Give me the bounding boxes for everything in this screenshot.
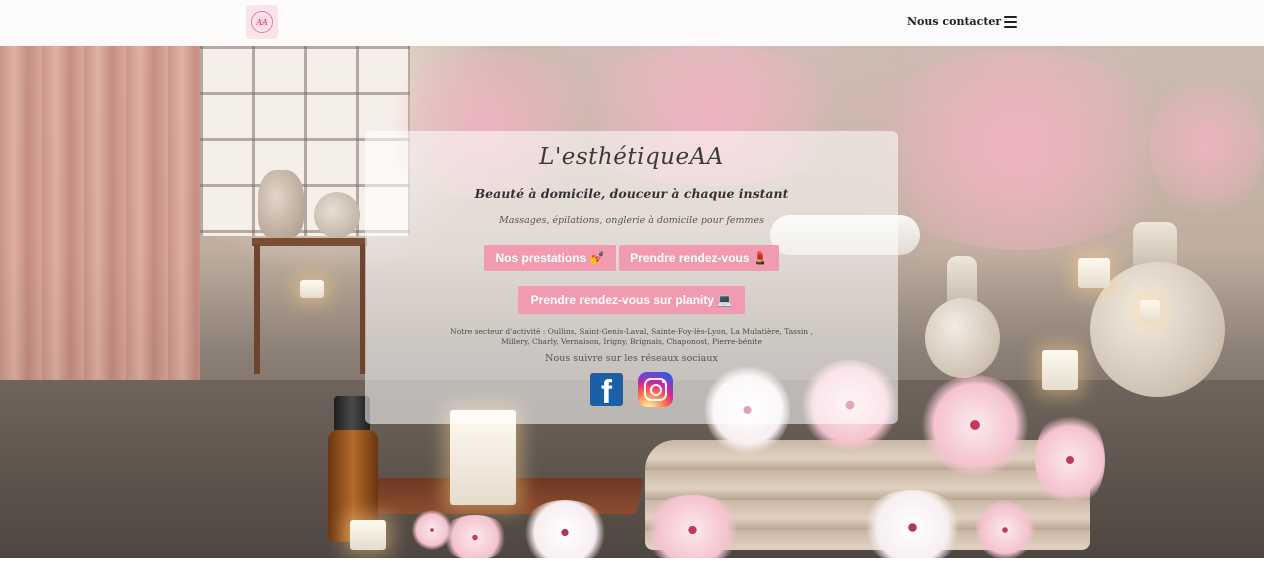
logo-icon: AA [251, 11, 273, 33]
background-vase [258, 170, 304, 238]
facebook-icon[interactable]: f [590, 373, 623, 406]
background-vase [314, 192, 360, 238]
instagram-dot [662, 380, 665, 383]
background-cherry-blossom [975, 500, 1035, 560]
background-candle [300, 280, 324, 298]
background-cherry-blossom [860, 490, 965, 562]
brand-title: L'esthétiqueAA [539, 144, 724, 170]
book-appointment-button[interactable]: Prendre rendez-vous 💄 [619, 245, 779, 271]
site-header: AA Nous contacter [0, 0, 1264, 46]
background-shelf [252, 238, 367, 246]
hamburger-menu-icon[interactable] [1004, 16, 1017, 29]
background-herbal-ball [925, 298, 1000, 378]
background-cherry-blossom [920, 375, 1030, 475]
hero-tagline: Beauté à domicile, douceur à chaque inst… [474, 186, 789, 201]
background-cherry-blossom [520, 500, 610, 562]
menu-bar [1004, 16, 1017, 18]
background-candle [450, 410, 516, 505]
background-cherry-blossom [412, 510, 452, 550]
instagram-lens [649, 383, 662, 396]
background-candle [1078, 258, 1110, 288]
background-herbal-ball [1090, 262, 1225, 397]
background-cherry-blossom [640, 495, 745, 562]
background-cherry-blossom [1035, 410, 1105, 510]
service-area-text: Notre secteur d'activité : Oullins, Sain… [450, 327, 813, 346]
background-blossom [1150, 70, 1264, 220]
background-candle [1042, 350, 1078, 390]
background-shelf-leg [254, 244, 260, 374]
background-candle [1140, 300, 1160, 322]
book-planity-button[interactable]: Prendre rendez-vous sur planity 💻 [518, 286, 745, 314]
menu-bar [1004, 26, 1017, 28]
prestations-button[interactable]: Nos prestations 💅 [484, 245, 616, 271]
page-bottom-edge [0, 558, 1264, 562]
background-curtain [0, 46, 200, 386]
background-candle [350, 520, 386, 550]
menu-bar [1004, 21, 1017, 23]
social-heading: Nous suivre sur les réseaux sociaux [545, 353, 718, 364]
hero-services: Massages, épilations, onglerie à domicil… [499, 215, 764, 226]
facebook-glyph: f [601, 373, 612, 406]
site-logo-link[interactable]: AA [246, 5, 278, 39]
page: AA Nous contacter L'esthétiqueAA Beauté … [0, 0, 1264, 562]
hero-card: L'esthétiqueAA Beauté à domicile, douceu… [365, 131, 898, 424]
nav-contact-link[interactable]: Nous contacter [907, 15, 1001, 28]
instagram-icon[interactable] [638, 372, 673, 407]
